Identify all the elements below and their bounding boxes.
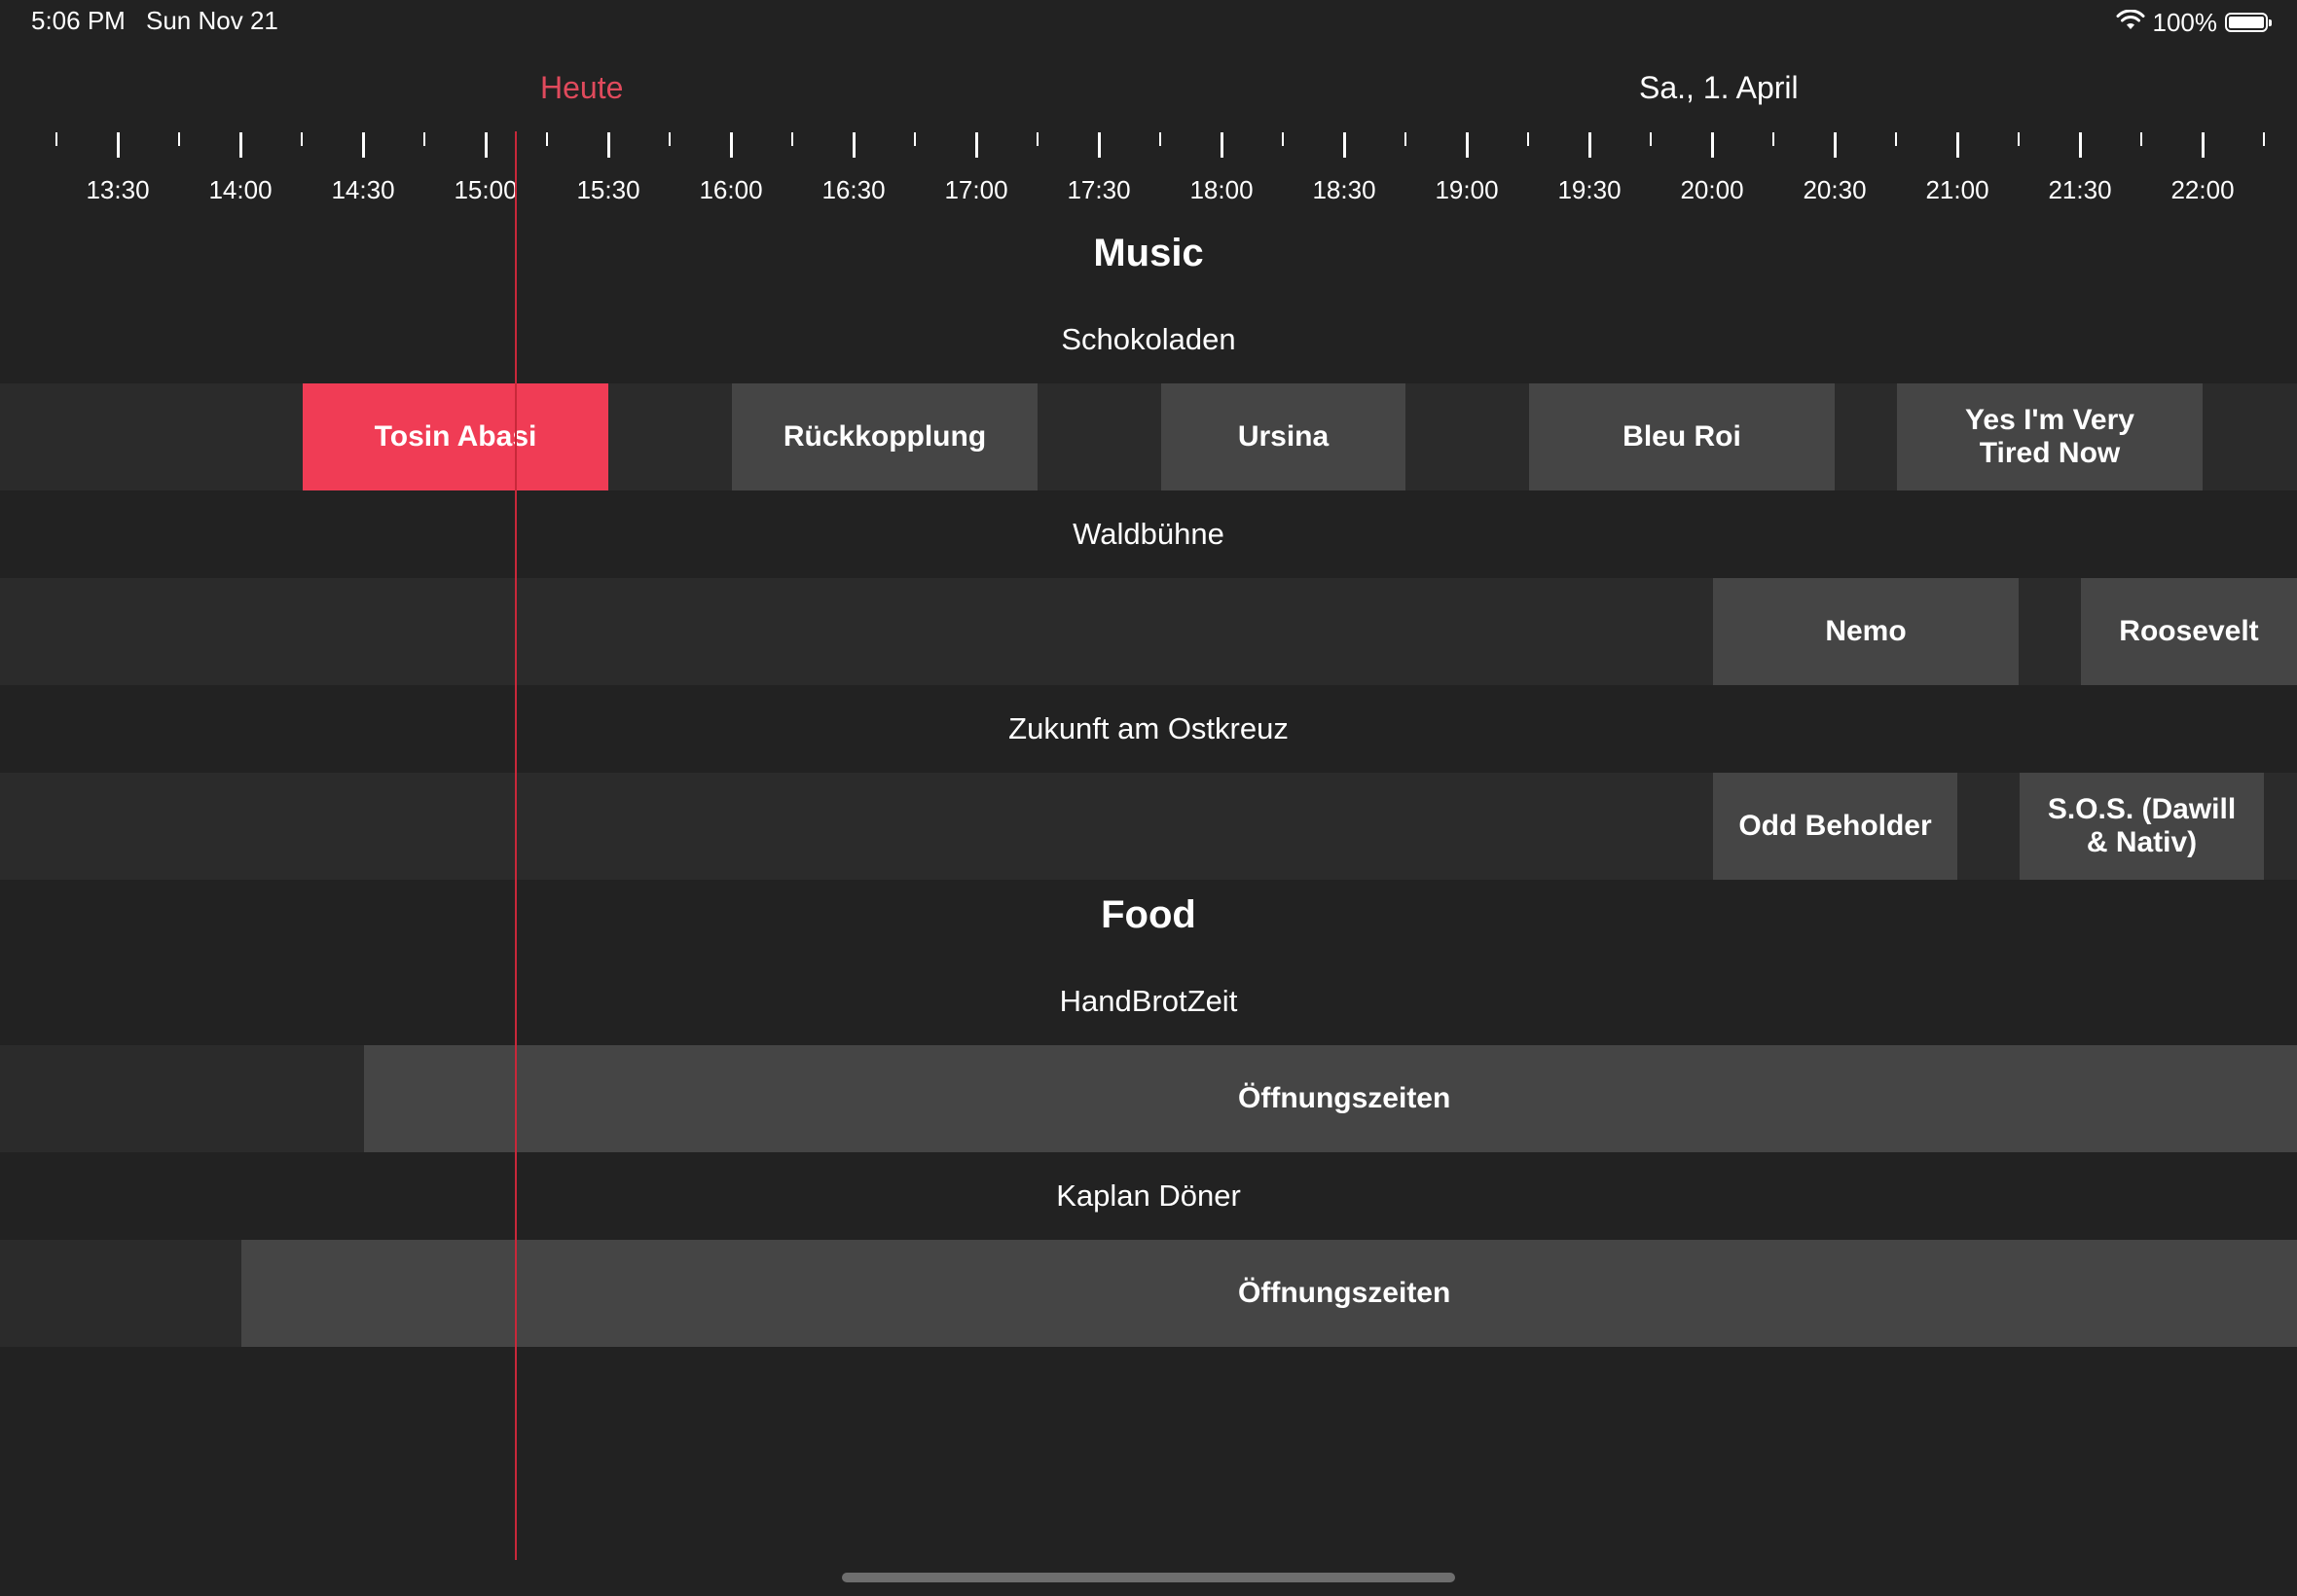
event-handbrotzeit-oeffnungszeiten[interactable]: Öffnungszeiten [364, 1045, 2297, 1152]
event-odd-beholder[interactable]: Odd Beholder [1713, 773, 1957, 880]
current-time-indicator [515, 131, 517, 1560]
timeline-tick-minor [1037, 132, 1039, 146]
timeline-tick-label: 17:00 [944, 175, 1008, 204]
timeline-tick-label: 16:00 [699, 175, 763, 204]
timeline-tick-label: 21:00 [1925, 175, 1989, 204]
stage-title-schokoladen: Schokoladen [1061, 322, 1236, 356]
timeline-tick-minor [1772, 132, 1774, 146]
event-rueckkopplung[interactable]: Rückkopplung [732, 383, 1038, 490]
timeline-tick-major [1956, 132, 1959, 158]
timeline-tick-label: 13:30 [86, 175, 150, 204]
timeline-tick-major [607, 132, 610, 158]
stage-lane-schokoladen: Tosin Abasi Rückkopplung Ursina Bleu Roi… [0, 383, 2297, 490]
event-ursina[interactable]: Ursina [1161, 383, 1405, 490]
stage-lane-zukunft-am-ostkreuz: Odd Beholder S.O.S. (Dawill & Nativ) [0, 773, 2297, 880]
event-bleu-roi[interactable]: Bleu Roi [1529, 383, 1835, 490]
timeline-tick-label: 20:30 [1803, 175, 1867, 204]
timeline-tick-major [1834, 132, 1837, 158]
today-label[interactable]: Heute [540, 70, 623, 106]
timeline-tick-label: 14:00 [208, 175, 273, 204]
timeline-tick-label: 17:30 [1067, 175, 1131, 204]
section-title-music: Music [1093, 232, 1204, 274]
event-yes-im-very-tired-now[interactable]: Yes I'm Very Tired Now [1897, 383, 2203, 490]
timeline-tick-minor [178, 132, 180, 146]
event-kaplan-doener-oeffnungszeiten[interactable]: Öffnungszeiten [241, 1240, 2297, 1347]
timeline-tick-minor [1650, 132, 1652, 146]
timeline-tick-label: 18:00 [1189, 175, 1254, 204]
timeline-tick-major [2079, 132, 2082, 158]
timeline-tick-minor [2140, 132, 2142, 146]
timeline-tick-minor [2018, 132, 2020, 146]
timeline-tick-label: 19:30 [1557, 175, 1622, 204]
timeline-tick-label: 21:30 [2048, 175, 2112, 204]
timeline-tick-minor [2263, 132, 2265, 146]
stage-title-kaplan-doener: Kaplan Döner [1056, 1179, 1241, 1213]
timeline-tick-minor [791, 132, 793, 146]
timeline-tick-major [1711, 132, 1714, 158]
event-nemo[interactable]: Nemo [1713, 578, 2019, 685]
timeline-tick-major [1343, 132, 1346, 158]
timeline-tick-label: 16:30 [821, 175, 886, 204]
stage-title-zukunft-am-ostkreuz: Zukunft am Ostkreuz [1008, 711, 1289, 745]
status-time: 5:06 PM [31, 6, 126, 35]
timeline-tick-major [1098, 132, 1101, 158]
status-date: Sun Nov 21 [146, 6, 278, 35]
timeline-tick-major [485, 132, 488, 158]
timeline-tick-major [239, 132, 242, 158]
event-sos-dawill-nativ[interactable]: S.O.S. (Dawill & Nativ) [2020, 773, 2264, 880]
timeline-tick-label: 18:30 [1312, 175, 1376, 204]
timeline-tick-label: 14:30 [331, 175, 395, 204]
status-indicators: 100% [2116, 7, 2272, 38]
timeline-tick-minor [1282, 132, 1284, 146]
timeline-tick-minor [1895, 132, 1897, 146]
timeline-tick-label: 15:00 [454, 175, 518, 204]
timeline-tick-major [362, 132, 365, 158]
stage-lane-waldbuehne: Nemo Roosevelt [0, 578, 2297, 685]
timeline-tick-minor [1404, 132, 1406, 146]
stage-title-handbrotzeit: HandBrotZeit [1059, 984, 1238, 1018]
timeline-tick-minor [423, 132, 425, 146]
timeline-tick-label: 15:30 [576, 175, 640, 204]
stage-lane-kaplan-doener: Öffnungszeiten [0, 1240, 2297, 1347]
timeline-tick-minor [301, 132, 303, 146]
timeline-tick-minor [546, 132, 548, 146]
section-title-food: Food [1101, 893, 1196, 936]
stage-lane-handbrotzeit: Öffnungszeiten [0, 1045, 2297, 1152]
timeline-tick-minor [1159, 132, 1161, 146]
timeline-tick-minor [914, 132, 916, 146]
event-roosevelt[interactable]: Roosevelt [2081, 578, 2297, 685]
timeline-tick-major [1221, 132, 1223, 158]
timeline-tick-major [1466, 132, 1469, 158]
timeline-tick-major [730, 132, 733, 158]
wifi-icon [2116, 8, 2145, 38]
timeline-tick-major [1588, 132, 1591, 158]
timeline-tick-label: 22:00 [2170, 175, 2235, 204]
home-indicator[interactable] [842, 1573, 1455, 1582]
timeline-tick-major [975, 132, 978, 158]
timeline-tick-label: 19:00 [1435, 175, 1499, 204]
timeline-tick-major [2202, 132, 2205, 158]
stage-title-waldbuehne: Waldbühne [1073, 517, 1224, 551]
battery-icon [2225, 13, 2272, 32]
timeline-tick-label: 20:00 [1680, 175, 1744, 204]
timeline-tick-major [853, 132, 856, 158]
battery-percentage: 100% [2152, 7, 2218, 37]
timeline-tick-major [117, 132, 120, 158]
timeline-tick-minor [55, 132, 57, 146]
timeline-ruler[interactable]: 13:30 14:00 14:30 15:00 15:30 16:00 16:30 17:00… [0, 125, 2297, 222]
timeline-tick-minor [669, 132, 671, 146]
timeline-tick-minor [1527, 132, 1529, 146]
date-label: Sa., 1. April [1639, 70, 1799, 105]
event-tosin-abasi[interactable]: Tosin Abasi [303, 383, 608, 490]
